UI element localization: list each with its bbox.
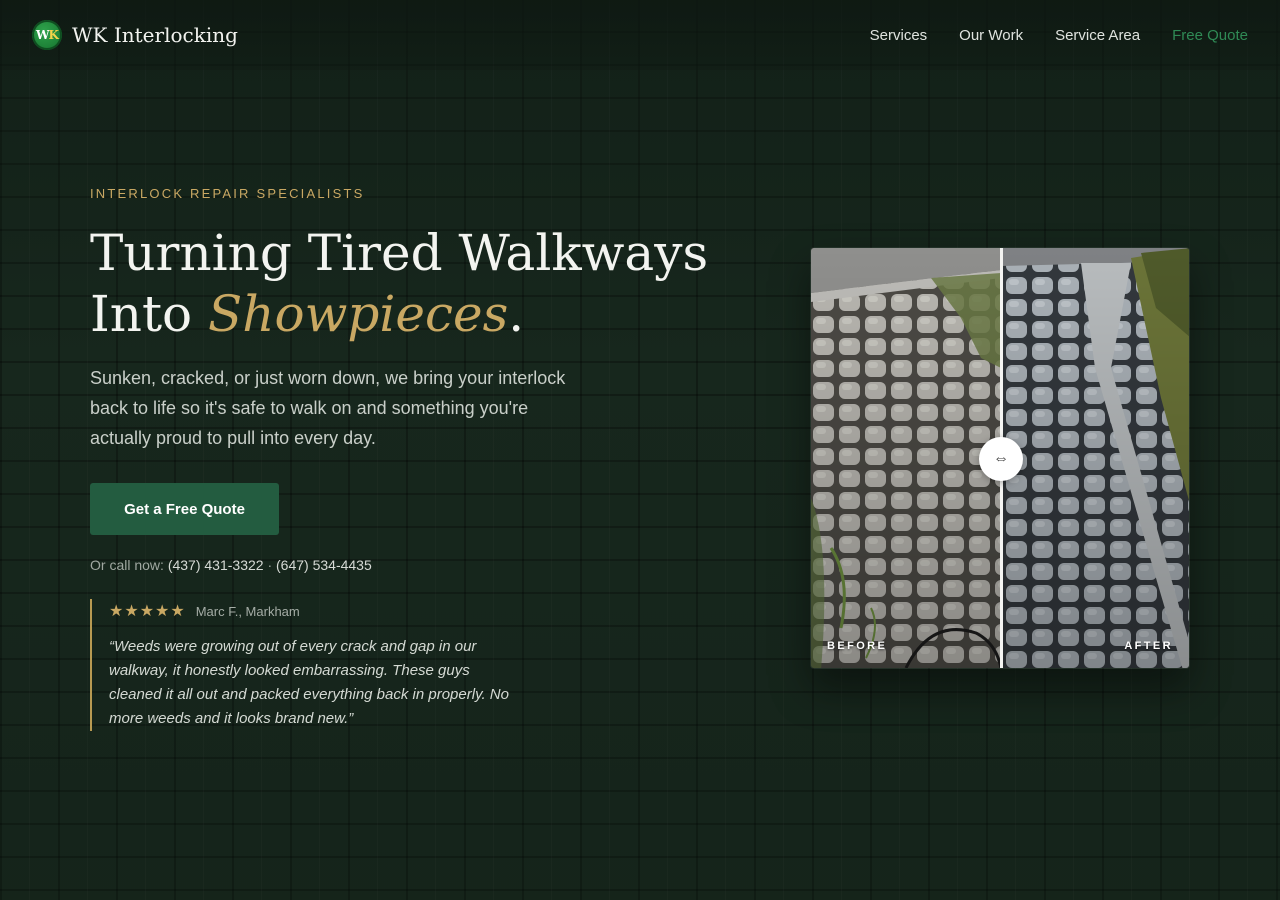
call-now: Or call now: (437) 431-3322 · (647) 534-… xyxy=(90,557,710,573)
headline-prefix: Into xyxy=(90,285,209,343)
testimonial-text: “Weeds were growing out of every crack a… xyxy=(109,638,509,727)
after-label: AFTER xyxy=(1124,640,1173,652)
top-navigation: WK WK Interlocking Services Our Work Ser… xyxy=(0,0,1280,70)
nav-services[interactable]: Services xyxy=(870,27,928,44)
arrows-horizontal-icon: ⇔ xyxy=(993,450,1009,467)
headline-accent: Showpieces xyxy=(208,285,509,343)
eyebrow: INTERLOCK REPAIR SPECIALISTS xyxy=(90,186,365,201)
testimonial-header: ★★★★★ Marc F., Markham xyxy=(109,599,510,621)
brand[interactable]: WK WK Interlocking xyxy=(32,20,238,50)
call-prefix: Or call now: xyxy=(90,557,168,573)
nav-free-quote[interactable]: Free Quote xyxy=(1172,27,1248,44)
reviewer-name: Marc F., Markham xyxy=(195,603,300,619)
call-separator: · xyxy=(263,557,277,573)
get-free-quote-button[interactable]: Get a Free Quote xyxy=(90,483,279,535)
testimonial: ★★★★★ Marc F., Markham “Weeds were growi… xyxy=(90,599,510,731)
hero-content: INTERLOCK REPAIR SPECIALISTS Turning Tir… xyxy=(90,186,710,731)
slider-handle[interactable]: ⇔ xyxy=(979,437,1023,481)
headline-suffix: . xyxy=(508,285,525,343)
nav-our-work[interactable]: Our Work xyxy=(959,27,1023,44)
headline-line-1: Turning Tired Walkways xyxy=(90,224,709,282)
hero-description: Sunken, cracked, or just worn down, we b… xyxy=(90,368,566,448)
page-title: Turning Tired Walkways Into Showpieces. xyxy=(90,223,710,345)
logo-icon: WK xyxy=(32,20,62,50)
phone-link-1[interactable]: (437) 431-3322 xyxy=(168,557,264,573)
nav-links: Services Our Work Service Area Free Quot… xyxy=(870,27,1248,44)
nav-service-area[interactable]: Service Area xyxy=(1055,27,1140,44)
before-label: BEFORE xyxy=(827,640,888,652)
before-after-slider[interactable]: ⇔ BEFORE AFTER xyxy=(810,247,1190,669)
phone-link-2[interactable]: (647) 534-4435 xyxy=(276,557,372,573)
brand-name: WK Interlocking xyxy=(72,23,238,47)
star-rating-icon: ★★★★★ xyxy=(109,603,186,620)
